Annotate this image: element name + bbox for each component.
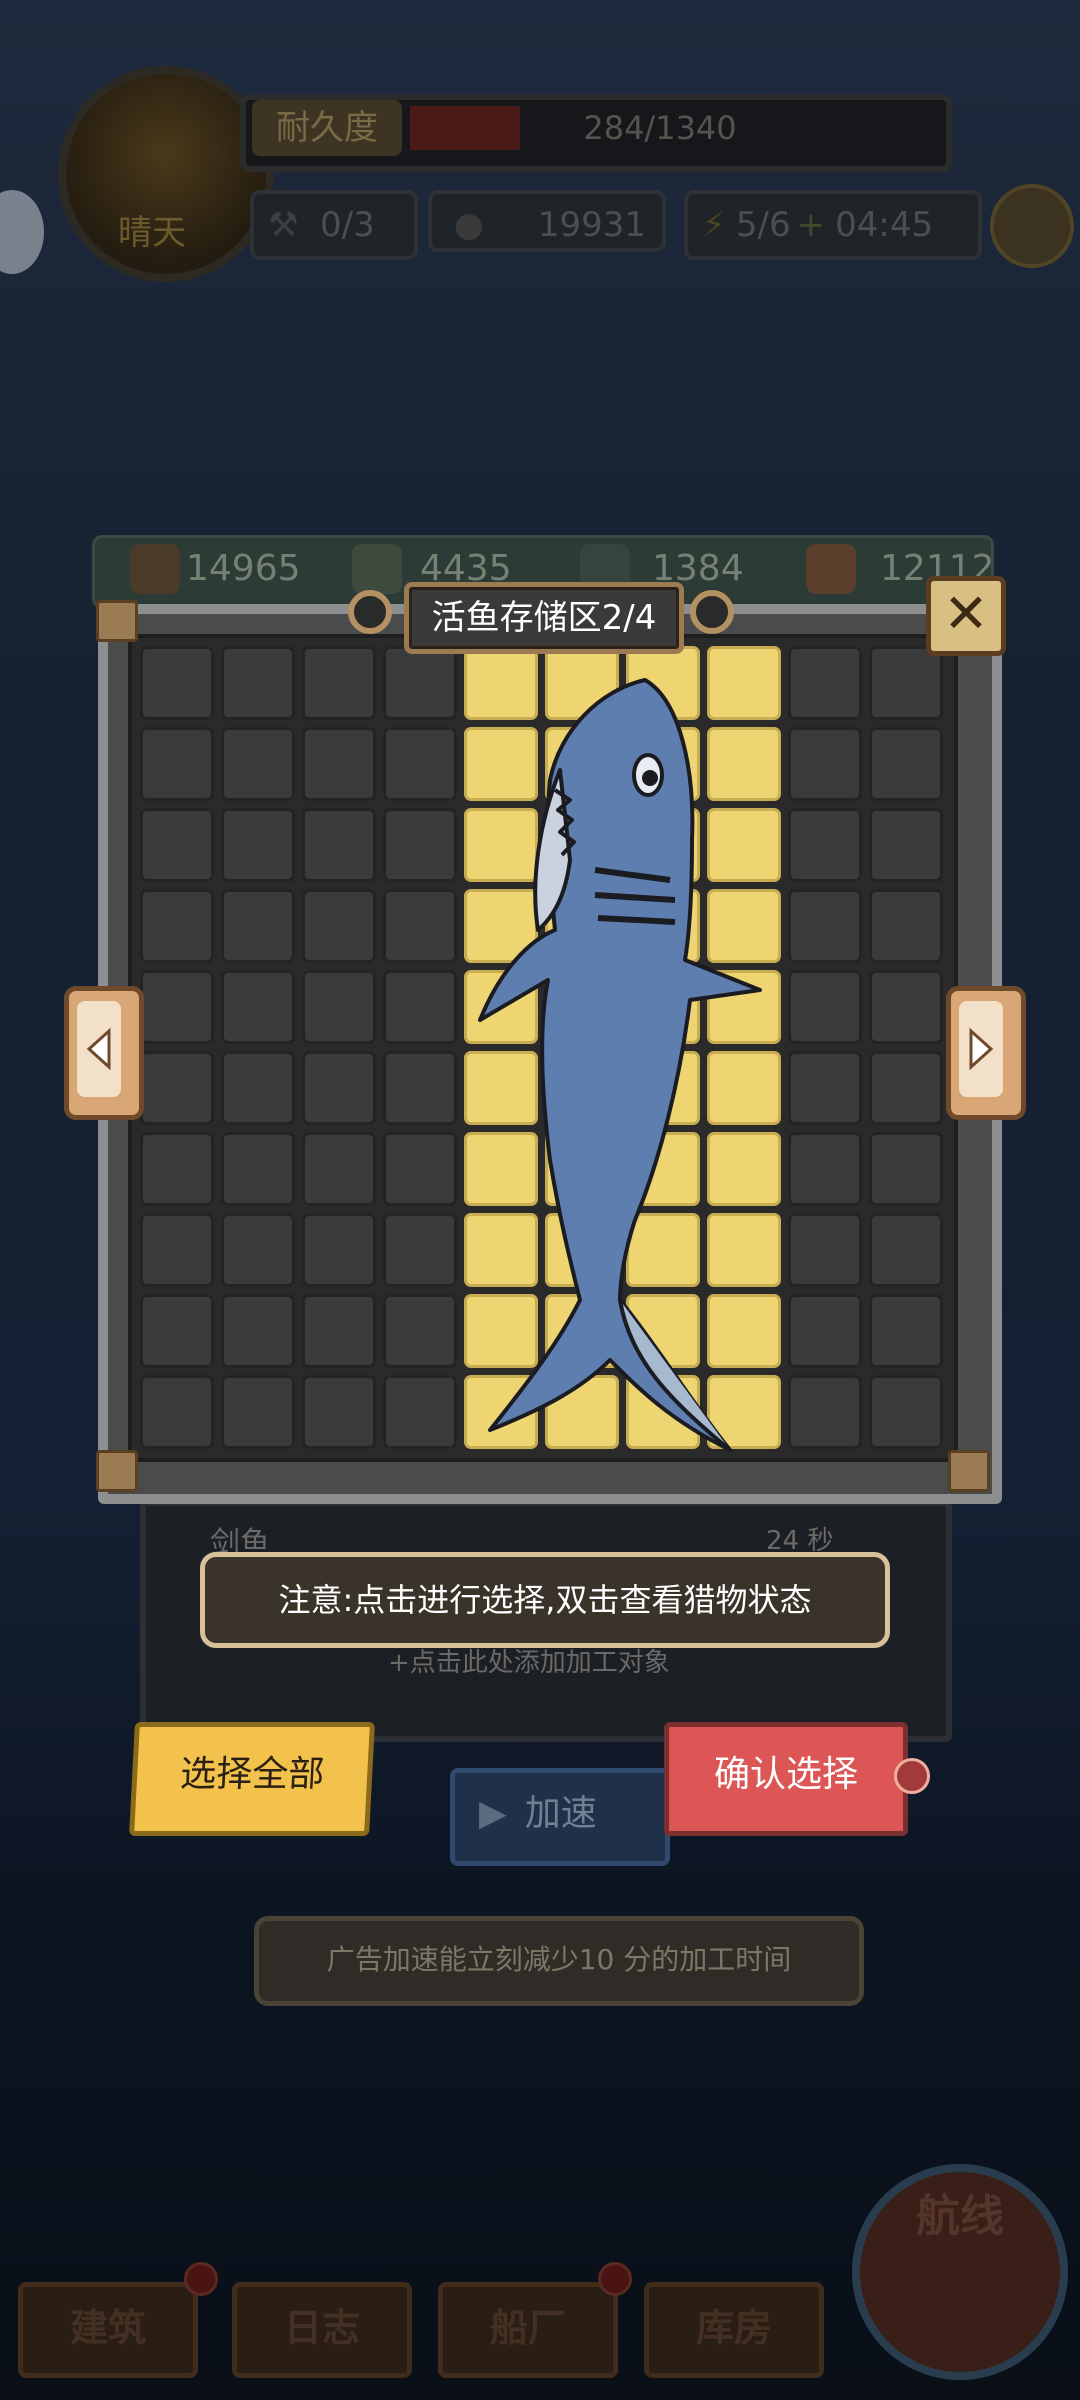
weather-label: 晴天 <box>118 213 186 253</box>
wood-icon <box>130 544 180 594</box>
storage-cell[interactable] <box>302 646 376 720</box>
storage-cell[interactable] <box>302 1213 376 1287</box>
speed-up-button[interactable]: ▶ 加速 <box>450 1768 670 1866</box>
metal-icon <box>352 544 402 594</box>
storage-cell[interactable] <box>140 1294 214 1368</box>
storage-cell[interactable] <box>869 1294 943 1368</box>
nav-buildings[interactable]: 建筑 <box>18 2282 198 2378</box>
storage-cell[interactable] <box>140 1375 214 1449</box>
route-button[interactable]: 航线 <box>852 2164 1068 2380</box>
storage-cell[interactable] <box>302 1294 376 1368</box>
durability-label: 耐久度 <box>252 100 402 156</box>
chain-ring-right <box>690 590 734 634</box>
lightning-icon: ⚡ <box>702 205 726 245</box>
storage-cell[interactable] <box>869 727 943 801</box>
storage-cell[interactable] <box>869 970 943 1044</box>
arrow-right-icon <box>959 1001 1003 1097</box>
notification-dot <box>598 2262 632 2296</box>
arrow-left-icon <box>77 1001 121 1097</box>
next-page-button[interactable] <box>946 986 1026 1120</box>
storage-cell[interactable] <box>302 970 376 1044</box>
storage-cell[interactable] <box>869 1375 943 1449</box>
video-camera-icon: ▶ <box>479 1793 507 1834</box>
storage-cell[interactable] <box>140 1213 214 1287</box>
meat-icon <box>806 544 856 594</box>
close-button[interactable]: ✕ <box>926 576 1006 656</box>
notification-dot <box>184 2262 218 2296</box>
prev-page-button[interactable] <box>64 986 144 1120</box>
storage-cell[interactable] <box>221 1132 295 1206</box>
plus-icon[interactable]: + <box>797 205 826 245</box>
energy-counter: ⚡ 5/6 +04:45 <box>684 190 982 260</box>
storage-cell[interactable] <box>140 1132 214 1206</box>
storage-cell[interactable] <box>221 1375 295 1449</box>
frame-bolt <box>96 1450 138 1492</box>
frame-bolt <box>96 600 138 642</box>
storage-cell[interactable] <box>302 889 376 963</box>
storage-cell[interactable] <box>140 970 214 1044</box>
nav-log[interactable]: 日志 <box>232 2282 412 2378</box>
storage-cell[interactable] <box>869 808 943 882</box>
storage-cell[interactable] <box>221 808 295 882</box>
nav-shipyard[interactable]: 船厂 <box>438 2282 618 2378</box>
chain-ring-left <box>348 590 392 634</box>
shark-fish-icon[interactable] <box>430 660 800 1460</box>
hammer-icon: ⚒ <box>268 205 299 245</box>
confirm-selection-button[interactable]: 确认选择 <box>664 1722 908 1836</box>
storage-cell[interactable] <box>302 1051 376 1125</box>
durability-value: 284/1340 <box>583 109 737 147</box>
storage-cell[interactable] <box>221 646 295 720</box>
storage-cell[interactable] <box>302 808 376 882</box>
notification-dot <box>894 1758 930 1794</box>
storage-cell[interactable] <box>140 808 214 882</box>
durability-fill <box>410 106 520 150</box>
storage-title: 活鱼存储区2/4 <box>404 582 684 654</box>
storage-cell[interactable] <box>221 1213 295 1287</box>
storage-cell[interactable] <box>140 1051 214 1125</box>
storage-cell[interactable] <box>221 889 295 963</box>
coins-counter: ● 19931 <box>428 190 666 252</box>
storage-cell[interactable] <box>221 727 295 801</box>
select-all-button[interactable]: 选择全部 <box>129 1722 375 1836</box>
storage-cell[interactable] <box>140 646 214 720</box>
storage-cell[interactable] <box>302 727 376 801</box>
tools-counter: ⚒ 0/3 <box>250 190 418 260</box>
storage-cell[interactable] <box>302 1375 376 1449</box>
frame-bolt <box>948 1450 990 1492</box>
storage-cell[interactable] <box>221 970 295 1044</box>
storage-cell[interactable] <box>221 1294 295 1368</box>
coin-icon: ● <box>454 205 484 245</box>
storage-cell[interactable] <box>302 1132 376 1206</box>
storage-cell[interactable] <box>869 889 943 963</box>
storage-cell[interactable] <box>869 1051 943 1125</box>
storage-cell[interactable] <box>140 889 214 963</box>
storage-cell[interactable] <box>140 727 214 801</box>
selection-notice: 注意:点击进行选择,双击查看猎物状态 <box>200 1552 890 1648</box>
resource-wood-value: 14965 <box>186 548 301 589</box>
settings-gear-icon[interactable] <box>990 184 1074 268</box>
storage-cell[interactable] <box>869 1132 943 1206</box>
storage-cell[interactable] <box>869 646 943 720</box>
close-icon: ✕ <box>943 582 989 645</box>
nav-warehouse[interactable]: 库房 <box>644 2282 824 2378</box>
ad-speed-tip: 广告加速能立刻减少10 分的加工时间 <box>254 1916 864 2006</box>
storage-cell[interactable] <box>221 1051 295 1125</box>
storage-cell[interactable] <box>869 1213 943 1287</box>
